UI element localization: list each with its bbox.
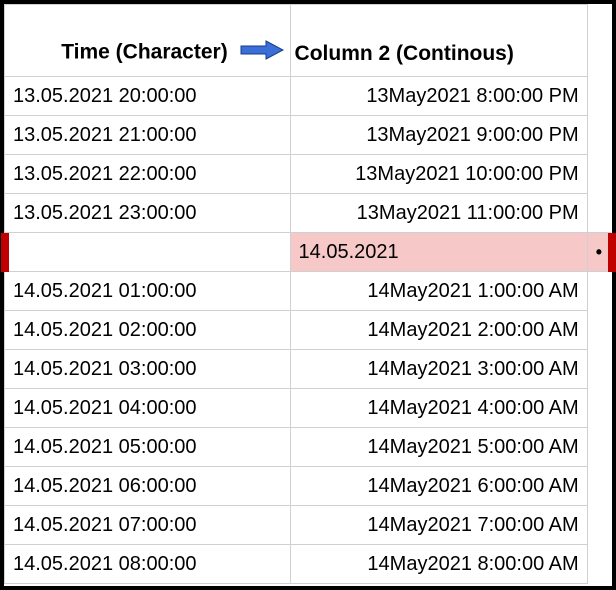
- data-table: Time (Character) Column 2 (Continous) 13…: [4, 4, 612, 584]
- cell-column2-continuous[interactable]: 14May2021 5:00:00 AM: [290, 428, 587, 467]
- table-row[interactable]: 14.05.2021 02:00:00 14May2021 2:00:00 AM: [5, 311, 612, 350]
- cell-value: 14.05.2021 05:00:00: [13, 436, 197, 458]
- cell-column2-continuous[interactable]: 14May2021 1:00:00 AM: [290, 272, 587, 311]
- cell-value: 14May2021 4:00:00 AM: [367, 397, 578, 419]
- cell-time-character[interactable]: 14.05.2021 01:00:00: [5, 272, 291, 311]
- cell-value: 13May2021 11:00:00 PM: [357, 202, 579, 224]
- cell-column2-continuous[interactable]: 14May2021 6:00:00 AM: [290, 467, 587, 506]
- cell-column2-continuous[interactable]: 14May2021 8:00:00 AM: [290, 545, 587, 584]
- table-row[interactable]: 14.05.2021 08:00:00 14May2021 8:00:00 AM: [5, 545, 612, 584]
- table-row[interactable]: 14.05.2021 03:00:00 14May2021 3:00:00 AM: [5, 350, 612, 389]
- table-row[interactable]: 13.05.2021 23:00:00 13May2021 11:00:00 PM: [5, 194, 612, 233]
- cell-column2-continuous[interactable]: 13May2021 10:00:00 PM: [290, 155, 587, 194]
- cell-value: 13May2021 10:00:00 PM: [355, 163, 579, 185]
- table-row[interactable]: 13.05.2021 22:00:00 13May2021 10:00:00 PM: [5, 155, 612, 194]
- cell-value: 14May2021 7:00:00 AM: [367, 514, 578, 536]
- cell-time-character[interactable]: 14.05.2021 05:00:00: [5, 428, 291, 467]
- cell-value: 14May2021 3:00:00 AM: [367, 358, 578, 380]
- cell-time-character[interactable]: 14.05.2021 04:00:00: [5, 389, 291, 428]
- table-row[interactable]: 14.05.2021 07:00:00 14May2021 7:00:00 AM: [5, 506, 612, 545]
- cell-column2-continuous[interactable]: 13May2021 9:00:00 PM: [290, 116, 587, 155]
- cell-value: 14.05.2021 08:00:00: [13, 553, 197, 575]
- table-row[interactable]: 13.05.2021 20:00:00 13May2021 8:00:00 PM: [5, 77, 612, 116]
- cell-value: 14.05.2021 06:00:00: [13, 475, 197, 497]
- table-row[interactable]: 14.05.2021 04:00:00 14May2021 4:00:00 AM: [5, 389, 612, 428]
- cell-time-character[interactable]: 14.05.2021 06:00:00: [5, 467, 291, 506]
- table-row[interactable]: 14.05.2021 05:00:00 14May2021 5:00:00 AM: [5, 428, 612, 467]
- header-col1[interactable]: Time (Character): [5, 5, 291, 77]
- cell-value: 13.05.2021 23:00:00: [13, 202, 197, 224]
- header-row: Time (Character) Column 2 (Continous): [5, 5, 612, 77]
- cell-value: 14.05.2021: [299, 241, 399, 263]
- cell-value: 14.05.2021 02:00:00: [13, 319, 197, 341]
- cell-time-character[interactable]: 14.05.2021 03:00:00: [5, 350, 291, 389]
- cell-value: 13.05.2021 20:00:00: [13, 85, 197, 107]
- cell-value: 13May2021 8:00:00 PM: [366, 85, 578, 107]
- cell-column2-continuous[interactable]: 13May2021 11:00:00 PM: [290, 194, 587, 233]
- cell-column2-continuous[interactable]: 14May2021 7:00:00 AM: [290, 506, 587, 545]
- cell-time-character[interactable]: 13.05.2021 20:00:00: [5, 77, 291, 116]
- cell-value: •: [596, 242, 602, 262]
- cell-time-character[interactable]: 13.05.2021 22:00:00: [5, 155, 291, 194]
- cell-time-character[interactable]: 14.05.2021: [290, 233, 587, 272]
- cell-time-character[interactable]: 14.05.2021 07:00:00: [5, 506, 291, 545]
- cell-value: 14May2021 2:00:00 AM: [367, 319, 578, 341]
- cell-time-character[interactable]: 14.05.2021 02:00:00: [5, 311, 291, 350]
- cell-value: 14May2021 5:00:00 AM: [367, 436, 578, 458]
- cell-value: 14.05.2021 04:00:00: [13, 397, 197, 419]
- cell-time-character[interactable]: 13.05.2021 21:00:00: [5, 116, 291, 155]
- cell-column2-continuous[interactable]: 14May2021 2:00:00 AM: [290, 311, 587, 350]
- cell-time-character[interactable]: 14.05.2021 08:00:00: [5, 545, 291, 584]
- cell-value: 13May2021 9:00:00 PM: [366, 124, 578, 146]
- cell-value: 14May2021 1:00:00 AM: [367, 280, 578, 302]
- cell-value: 14May2021 6:00:00 AM: [367, 475, 578, 497]
- cell-column2-continuous[interactable]: 13May2021 8:00:00 PM: [290, 77, 587, 116]
- table-row[interactable]: 14.05.2021 01:00:00 14May2021 1:00:00 AM: [5, 272, 612, 311]
- cell-column2-continuous[interactable]: •: [587, 233, 610, 272]
- cell-time-character[interactable]: 13.05.2021 23:00:00: [5, 194, 291, 233]
- cell-value: 14.05.2021 01:00:00: [13, 280, 197, 302]
- cell-value: 14.05.2021 03:00:00: [13, 358, 197, 380]
- cell-column2-continuous[interactable]: 14May2021 4:00:00 AM: [290, 389, 587, 428]
- cell-value: 13.05.2021 21:00:00: [13, 124, 197, 146]
- cell-value: 13.05.2021 22:00:00: [13, 163, 197, 185]
- header-label-col2: Column 2 (Continous): [295, 42, 514, 65]
- cell-column2-continuous[interactable]: 14May2021 3:00:00 AM: [290, 350, 587, 389]
- table-row[interactable]: 14.05.2021 •: [5, 233, 612, 272]
- arrow-right-icon: [240, 40, 284, 66]
- table-row[interactable]: 13.05.2021 21:00:00 13May2021 9:00:00 PM: [5, 116, 612, 155]
- cell-value: 14May2021 8:00:00 AM: [367, 553, 578, 575]
- header-label-col1: Time (Character): [61, 41, 228, 64]
- table-row[interactable]: 14.05.2021 06:00:00 14May2021 6:00:00 AM: [5, 467, 612, 506]
- header-col2[interactable]: Column 2 (Continous): [290, 5, 587, 77]
- cell-value: 14.05.2021 07:00:00: [13, 514, 197, 536]
